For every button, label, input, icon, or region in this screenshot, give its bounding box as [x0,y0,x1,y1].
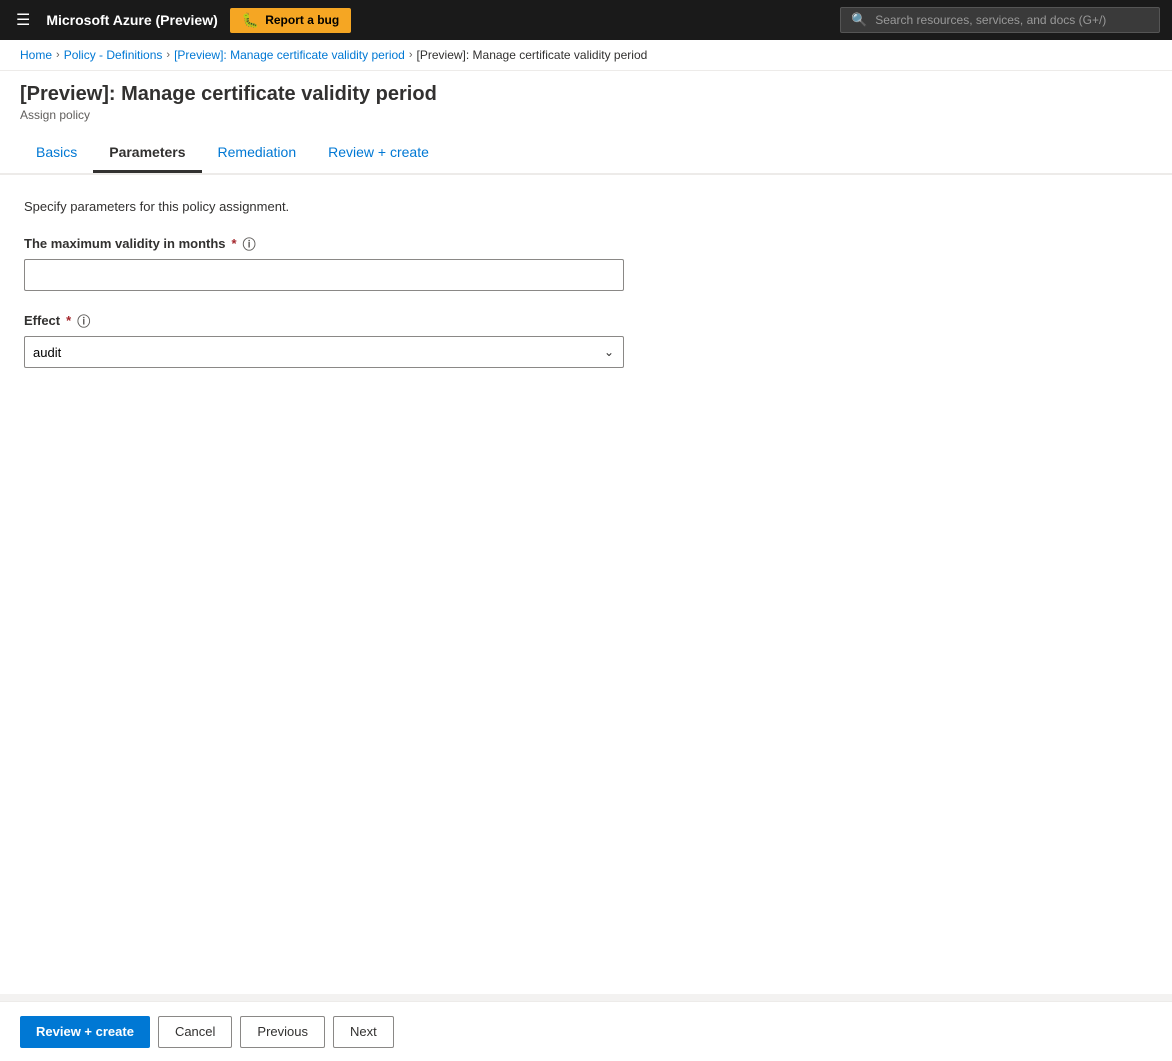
max-validity-group: The maximum validity in months * ⓘ [24,234,1148,291]
tab-parameters[interactable]: Parameters [93,134,201,173]
effect-required: * [66,313,71,328]
breadcrumb-home[interactable]: Home [20,48,52,62]
breadcrumb-preview-manage[interactable]: [Preview]: Manage certificate validity p… [174,48,405,62]
tab-review-create[interactable]: Review + create [312,134,445,173]
previous-button[interactable]: Previous [240,1016,325,1048]
search-box[interactable]: 🔍 [840,7,1160,33]
breadcrumb-separator-3: › [409,49,413,61]
page-header: [Preview]: Manage certificate validity p… [0,71,1172,174]
page-title: [Preview]: Manage certificate validity p… [20,83,1152,106]
effect-info-icon[interactable]: ⓘ [77,311,90,330]
search-icon: 🔍 [851,12,867,28]
breadcrumb: Home › Policy - Definitions › [Preview]:… [0,40,1172,71]
report-bug-button[interactable]: 🐛 Report a bug [230,8,351,33]
topbar: ☰ Microsoft Azure (Preview) 🐛 Report a b… [0,0,1172,40]
max-validity-label: The maximum validity in months * ⓘ [24,234,1148,253]
form-description: Specify parameters for this policy assig… [24,199,1148,214]
breadcrumb-separator-1: › [56,49,60,61]
tab-bar: Basics Parameters Remediation Review + c… [20,134,1152,173]
tab-basics[interactable]: Basics [20,134,93,173]
cancel-button[interactable]: Cancel [158,1016,232,1048]
effect-group: Effect * ⓘ audit deny disabled ⌄ [24,311,1148,368]
effect-label: Effect * ⓘ [24,311,1148,330]
hamburger-menu-icon[interactable]: ☰ [12,6,34,34]
breadcrumb-current: [Preview]: Manage certificate validity p… [417,48,648,62]
action-bar: Review + create Cancel Previous Next [0,1001,1172,1061]
effect-select[interactable]: audit deny disabled [24,336,624,368]
app-title: Microsoft Azure (Preview) [46,12,217,28]
max-validity-required: * [232,236,237,251]
next-button[interactable]: Next [333,1016,394,1048]
effect-select-wrapper: audit deny disabled ⌄ [24,336,624,368]
tab-remediation[interactable]: Remediation [202,134,313,173]
max-validity-info-icon[interactable]: ⓘ [243,234,256,253]
breadcrumb-separator-2: › [166,49,170,61]
search-input[interactable] [875,13,1149,27]
bug-icon: 🐛 [242,12,259,29]
breadcrumb-policy-definitions[interactable]: Policy - Definitions [64,48,163,62]
review-create-button[interactable]: Review + create [20,1016,150,1048]
main-content: Specify parameters for this policy assig… [0,174,1172,994]
max-validity-input[interactable] [24,259,624,291]
page-subtitle: Assign policy [20,108,1152,122]
